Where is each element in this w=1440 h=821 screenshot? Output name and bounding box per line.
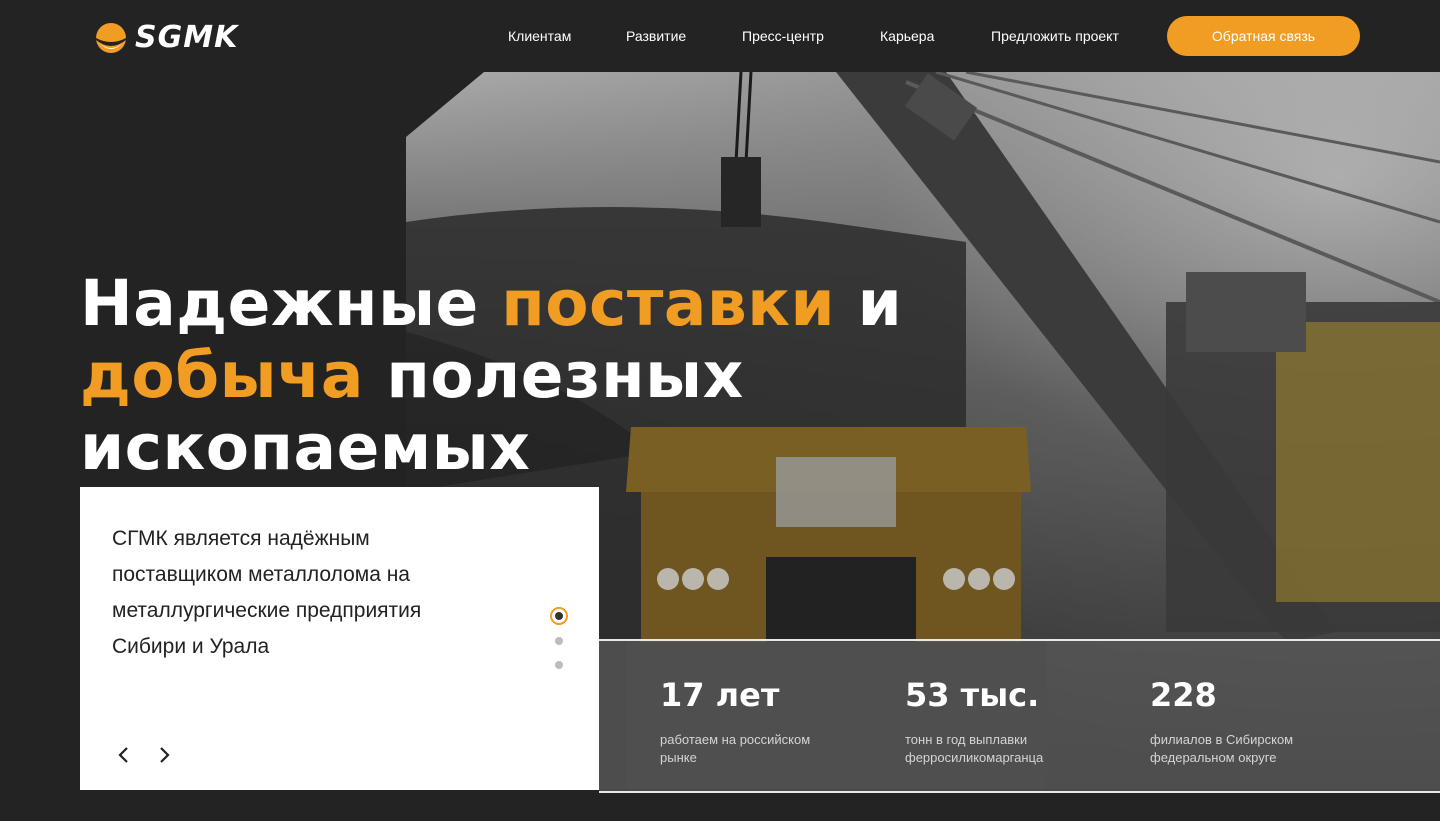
slider-dot-active[interactable] (550, 607, 568, 625)
hero-headline: Надежные поставки и добыча полезных иско… (80, 268, 1130, 484)
chevron-left-icon[interactable] (112, 743, 136, 767)
stat-value: 53 тыс. (905, 676, 1040, 714)
headline-accent-word: поставки (501, 267, 836, 340)
stats-strip: 17 лет работаем на российском рынке 53 т… (599, 639, 1440, 793)
logo-icon (96, 22, 126, 53)
slider-dot[interactable] (555, 661, 563, 669)
slider-dot-active-center (555, 612, 563, 620)
logo[interactable]: SGMK (95, 20, 238, 55)
stat-value: 228 (1150, 676, 1217, 714)
stat-label: тонн в год выплавки ферросиликомарганца (905, 732, 1044, 765)
stat-label: работаем на российском рынке (660, 732, 811, 765)
info-card-text: СГМК является надёжным поставщиком метал… (112, 527, 422, 658)
headline-word: и (857, 267, 903, 340)
stat-item: 53 тыс. тонн в год выплавки ферросиликом… (905, 675, 1095, 767)
headline-accent-word: добыча (80, 339, 364, 412)
slider-dot[interactable] (555, 637, 563, 645)
nav-item-press-center[interactable]: Пресс-центр (742, 28, 824, 44)
nav-item-career[interactable]: Карьера (880, 28, 934, 44)
stat-label: филиалов в Сибирском федеральном округе (1150, 732, 1294, 765)
stat-value: 17 лет (660, 676, 780, 714)
site-header: SGMK Клиентам Развитие Пресс-центр Карье… (0, 0, 1440, 72)
info-card: СГМК является надёжным поставщиком метал… (80, 487, 599, 790)
headline-word: Надежные (80, 267, 479, 340)
feedback-button[interactable]: Обратная связь (1167, 16, 1360, 56)
logo-text: SGMK (135, 20, 239, 55)
nav-item-development[interactable]: Развитие (626, 28, 686, 44)
chevron-right-icon[interactable] (152, 743, 176, 767)
nav-item-clients[interactable]: Клиентам (508, 28, 571, 44)
nav-item-propose-project[interactable]: Предложить проект (991, 28, 1119, 44)
stat-item: 228 филиалов в Сибирском федеральном окр… (1150, 675, 1340, 767)
stat-item: 17 лет работаем на российском рынке (660, 675, 850, 767)
